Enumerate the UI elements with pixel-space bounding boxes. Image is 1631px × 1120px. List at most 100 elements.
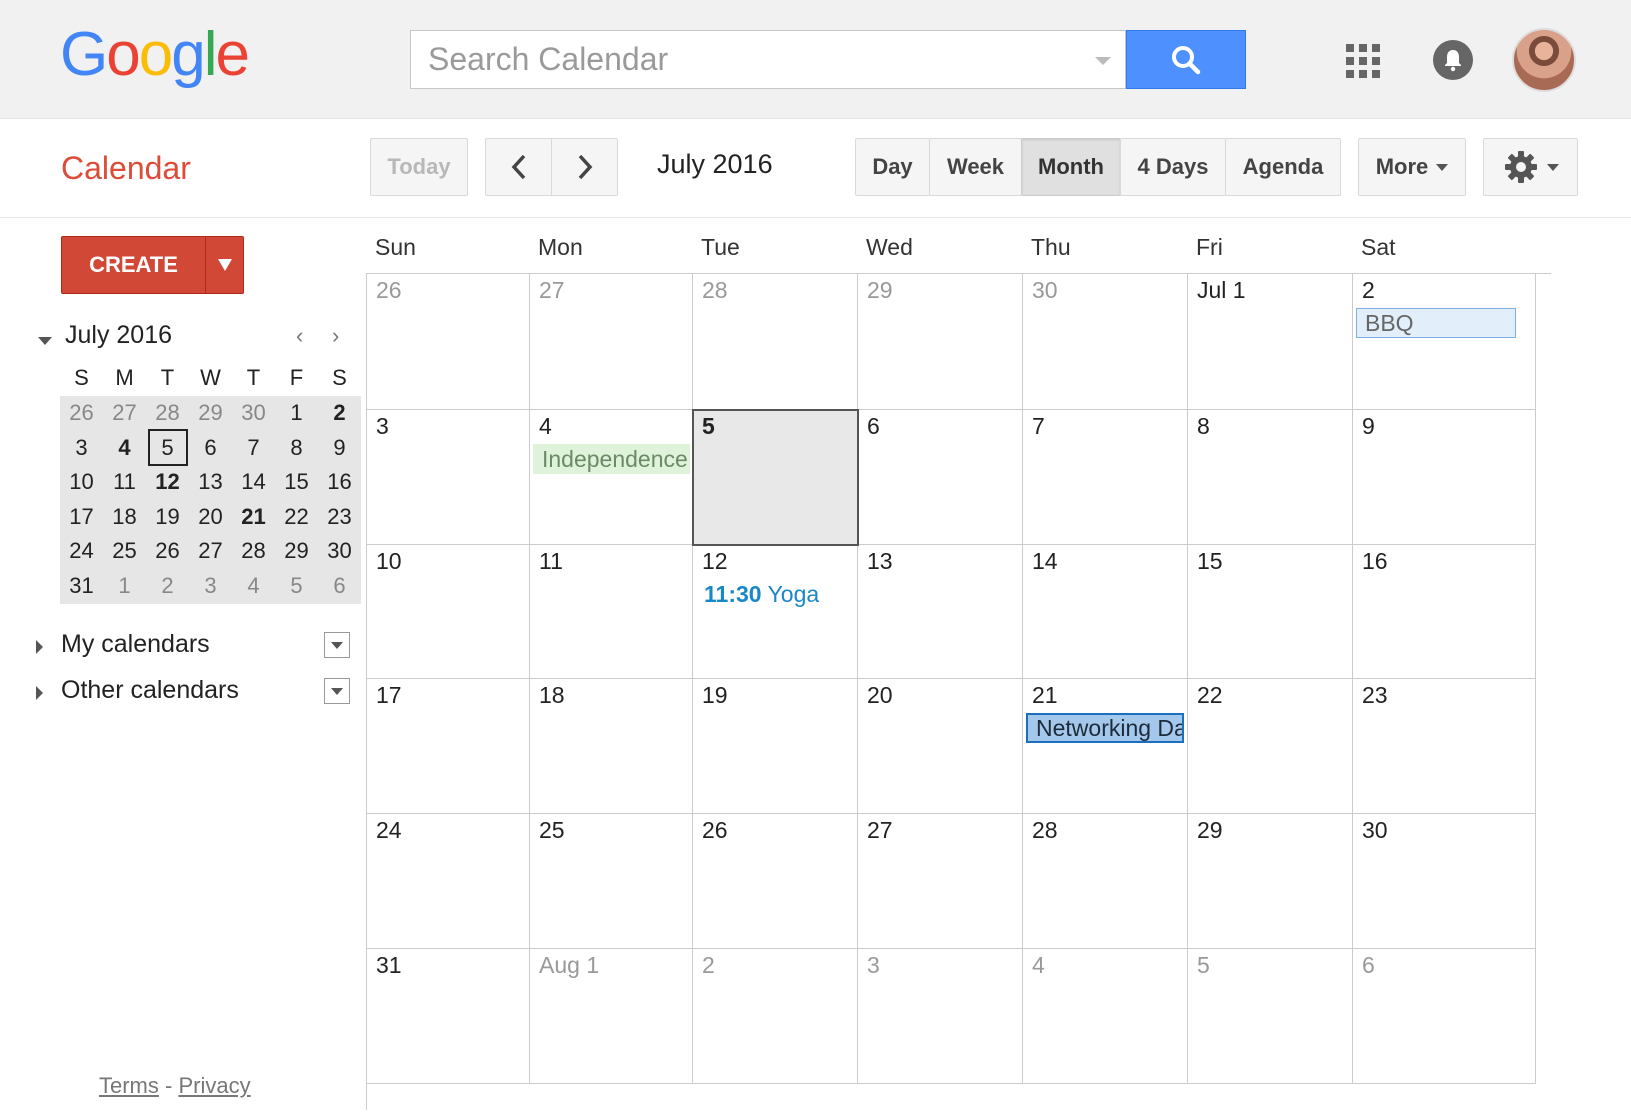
day-cell[interactable]: 26 [367,274,530,410]
mini-calendar-day[interactable]: 15 [275,465,318,500]
day-number[interactable]: 22 [1197,682,1223,709]
mini-calendar-day[interactable]: 10 [60,465,103,500]
day-cell[interactable]: 29 [858,274,1023,410]
day-number[interactable]: 3 [376,413,389,440]
mini-calendar-day[interactable]: 4 [232,569,275,604]
mini-calendar-day[interactable]: 26 [60,396,103,431]
day-cell[interactable]: Aug 1 [530,949,693,1084]
create-button[interactable]: CREATE [61,236,244,294]
day-number[interactable]: 28 [702,277,728,304]
other-calendars-label[interactable]: Other calendars [61,676,239,705]
day-cell[interactable]: 20 [858,679,1023,814]
mini-calendar-day[interactable]: 28 [232,534,275,569]
day-number[interactable]: 11 [539,548,563,575]
day-number[interactable]: 13 [867,548,893,575]
notifications-bell-icon[interactable] [1433,40,1473,80]
search-button[interactable] [1126,30,1246,89]
day-cell[interactable]: 9 [1353,410,1536,545]
day-cell[interactable]: 5 [692,409,859,546]
day-cell[interactable]: 27 [858,814,1023,949]
mini-calendar-day[interactable]: 6 [318,569,361,604]
day-number[interactable]: 3 [867,952,880,979]
day-number[interactable]: 6 [867,413,880,440]
mini-calendar-day[interactable]: 1 [103,569,146,604]
day-cell[interactable]: 29 [1188,814,1353,949]
day-number[interactable]: 4 [539,413,552,440]
search-options-dropdown-icon[interactable] [1095,57,1111,65]
day-number[interactable]: Aug 1 [539,952,599,979]
mini-calendar-day[interactable]: 23 [318,500,361,535]
view-month-button[interactable]: Month [1021,138,1121,196]
day-number[interactable]: 30 [1362,817,1388,844]
day-cell[interactable]: 4 Independence Day [530,410,693,545]
day-cell[interactable]: 17 [367,679,530,814]
mini-calendar-day[interactable]: 28 [146,396,189,431]
day-number[interactable]: 19 [702,682,728,709]
day-cell[interactable]: 8 [1188,410,1353,545]
day-cell[interactable]: 31 [367,949,530,1084]
day-cell[interactable]: 5 [1188,949,1353,1084]
day-number[interactable]: 21 [1032,682,1058,709]
day-cell[interactable]: 2 [693,949,858,1084]
day-number[interactable]: 18 [539,682,565,709]
day-number[interactable]: 17 [376,682,402,709]
mini-next-month-icon[interactable]: › [332,323,339,349]
day-cell[interactable]: 11 [530,545,693,679]
mini-calendar-day[interactable]: 20 [189,500,232,535]
day-number[interactable]: 24 [376,817,402,844]
mini-calendar-day[interactable]: 27 [189,534,232,569]
day-cell[interactable]: 25 [530,814,693,949]
event-networking-day[interactable]: Networking Day [1026,713,1184,743]
mini-calendar-day[interactable]: 2 [146,569,189,604]
day-cell[interactable]: 27 [530,274,693,410]
more-views-button[interactable]: More [1358,138,1466,196]
mini-calendar-day[interactable]: 11 [103,465,146,500]
day-number[interactable]: 7 [1032,413,1045,440]
day-cell[interactable]: 10 [367,545,530,679]
day-cell[interactable]: Jul 1 [1188,274,1353,410]
search-input[interactable] [411,31,1071,88]
day-cell[interactable]: 2 BBQ [1353,274,1536,410]
mini-calendar-day[interactable]: 26 [146,534,189,569]
google-logo[interactable]: Google [60,24,250,86]
previous-period-button[interactable] [485,138,552,196]
day-number[interactable]: 31 [376,952,402,979]
day-cell[interactable]: 19 [693,679,858,814]
my-calendars-section[interactable]: My calendars [36,630,356,664]
mini-calendar-day[interactable]: 9 [318,431,361,466]
day-cell[interactable]: 30 [1023,274,1188,410]
day-number[interactable]: 5 [702,413,715,440]
day-cell[interactable]: 15 [1188,545,1353,679]
day-number[interactable]: 4 [1032,952,1045,979]
day-cell[interactable]: 28 [1023,814,1188,949]
day-cell[interactable]: 12 11:30 Yoga [693,545,858,679]
mini-calendar-day[interactable]: 17 [60,500,103,535]
day-number[interactable]: 29 [867,277,893,304]
privacy-link[interactable]: Privacy [178,1073,250,1098]
day-number[interactable]: 26 [702,817,728,844]
mini-calendar-day[interactable]: 24 [60,534,103,569]
mini-calendar-day[interactable]: 27 [103,396,146,431]
mini-calendar-day[interactable]: 22 [275,500,318,535]
day-number[interactable]: 30 [1032,277,1058,304]
day-cell[interactable]: 13 [858,545,1023,679]
mini-calendar-day[interactable]: 8 [275,431,318,466]
create-options-button[interactable] [206,237,244,293]
day-number[interactable]: 25 [539,817,565,844]
day-cell[interactable]: 7 [1023,410,1188,545]
day-cell[interactable]: 16 [1353,545,1536,679]
apps-grid-icon[interactable] [1346,44,1380,78]
day-cell[interactable]: 30 [1353,814,1536,949]
mini-calendar-day[interactable]: 5 [275,569,318,604]
event-independence-day[interactable]: Independence Day [533,444,690,474]
day-number[interactable]: 12 [702,548,728,575]
day-number[interactable]: 29 [1197,817,1223,844]
day-cell[interactable]: 6 [858,410,1023,545]
day-cell[interactable]: 3 [858,949,1023,1084]
view-week-button[interactable]: Week [929,138,1022,196]
day-cell[interactable]: 24 [367,814,530,949]
mini-calendar-day[interactable]: 29 [189,396,232,431]
mini-calendar-day[interactable]: 3 [60,431,103,466]
day-number[interactable]: 9 [1362,413,1375,440]
view-4-days-button[interactable]: 4 Days [1120,138,1226,196]
